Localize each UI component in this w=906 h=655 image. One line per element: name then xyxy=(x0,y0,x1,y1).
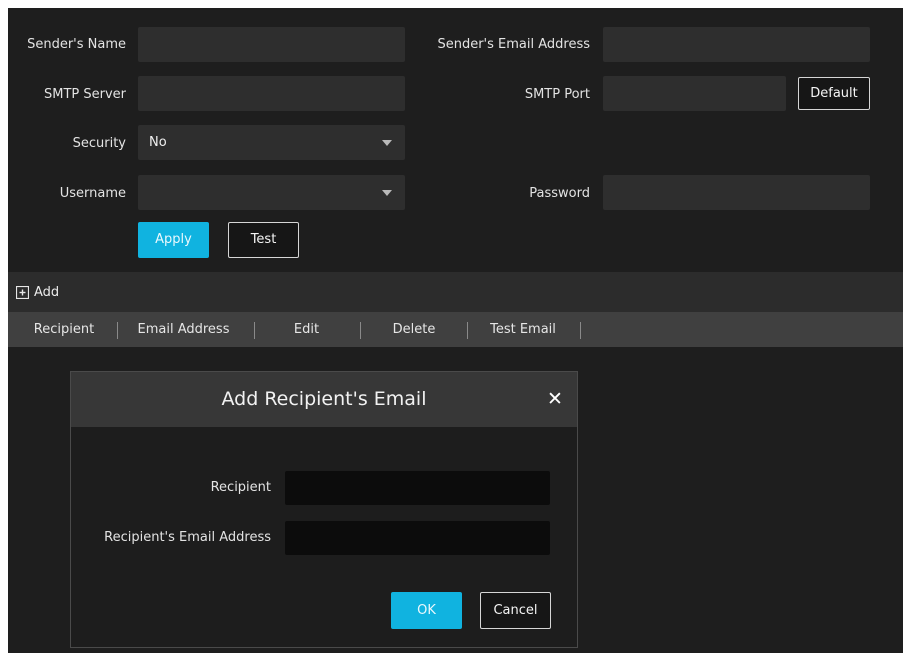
default-button[interactable]: Default xyxy=(798,77,870,110)
senders-name-label: Sender's Name xyxy=(27,37,126,52)
smtp-server-label: SMTP Server xyxy=(43,87,126,102)
close-icon[interactable]: ✕ xyxy=(545,388,565,410)
column-email-address: Email Address xyxy=(137,322,230,337)
column-divider xyxy=(117,322,118,339)
add-label: Add xyxy=(34,284,60,300)
recipient-email-label: Recipient's Email Address xyxy=(104,530,271,545)
email-settings-panel: Sender's Name Sender's Email Address SMT… xyxy=(8,8,903,653)
dialog-title: Add Recipient's Email xyxy=(221,388,427,410)
add-recipient-dialog: Add Recipient's Email ✕ Recipient Recipi… xyxy=(70,371,578,648)
smtp-port-label: SMTP Port xyxy=(524,87,590,102)
senders-name-input[interactable] xyxy=(138,27,405,62)
recipient-email-input[interactable] xyxy=(285,521,550,555)
column-recipient: Recipient xyxy=(33,322,95,337)
column-test-email: Test Email xyxy=(490,322,556,337)
security-selected-value: No xyxy=(149,135,167,150)
dropdown-caret-icon xyxy=(382,190,392,196)
apply-button[interactable]: Apply xyxy=(138,222,209,258)
column-divider xyxy=(580,322,581,339)
plus-square-icon xyxy=(16,285,29,299)
column-edit: Edit xyxy=(293,322,320,337)
dialog-title-bar: Add Recipient's Email xyxy=(71,372,577,427)
senders-email-input[interactable] xyxy=(603,27,870,62)
username-select[interactable] xyxy=(138,175,405,210)
dropdown-caret-icon xyxy=(382,140,392,146)
test-button[interactable]: Test xyxy=(228,222,299,258)
column-divider xyxy=(467,322,468,339)
username-label: Username xyxy=(59,186,126,201)
recipient-table-header: Recipient Email Address Edit Delete Test… xyxy=(8,312,903,347)
password-input[interactable] xyxy=(603,175,870,210)
add-button[interactable]: Add xyxy=(16,283,59,301)
security-select[interactable]: No xyxy=(138,125,405,160)
smtp-server-input[interactable] xyxy=(138,76,405,111)
column-delete: Delete xyxy=(392,322,436,337)
senders-email-label: Sender's Email Address xyxy=(437,37,590,52)
security-label: Security xyxy=(72,136,126,151)
add-toolbar: Add xyxy=(8,272,903,312)
smtp-port-input[interactable] xyxy=(603,76,786,111)
ok-button[interactable]: OK xyxy=(391,592,462,629)
column-divider xyxy=(254,322,255,339)
recipient-label: Recipient xyxy=(210,480,271,495)
recipient-input[interactable] xyxy=(285,471,550,505)
password-label: Password xyxy=(529,186,590,201)
column-divider xyxy=(360,322,361,339)
cancel-button[interactable]: Cancel xyxy=(480,592,551,629)
